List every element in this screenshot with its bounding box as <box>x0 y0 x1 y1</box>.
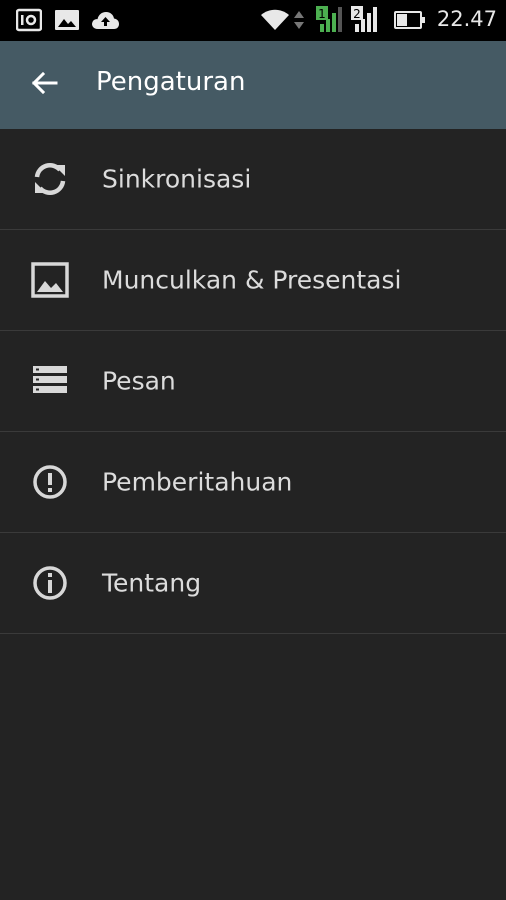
signal-sim1-icon: 1 <box>315 5 345 32</box>
cloud-upload-icon <box>90 8 120 32</box>
signal-sim2-icon: 2 <box>350 5 380 32</box>
sim2-label: 2 <box>353 7 361 21</box>
messages-list-icon <box>30 361 70 401</box>
settings-item-label: Sinkronisasi <box>102 164 252 194</box>
page-title: Pengaturan <box>96 67 246 97</box>
alert-circle-icon <box>30 462 70 502</box>
arrow-back-icon <box>30 71 58 99</box>
settings-item-label: Munculkan & Presentasi <box>102 265 402 295</box>
image-icon <box>30 260 70 300</box>
settings-list: Sinkronisasi Munculkan & Presentasi Pesa… <box>0 129 506 634</box>
status-bar: 1 2 22.47 <box>0 0 506 41</box>
settings-item-sync[interactable]: Sinkronisasi <box>0 129 506 230</box>
settings-item-about[interactable]: Tentang <box>0 533 506 634</box>
data-arrows-icon <box>293 8 305 32</box>
settings-item-label: Tentang <box>102 568 202 598</box>
settings-item-messages[interactable]: Pesan <box>0 331 506 432</box>
sim1-label: 1 <box>318 7 326 21</box>
status-time: 22.47 <box>436 7 497 31</box>
battery-icon <box>394 8 428 32</box>
settings-item-label: Pemberitahuan <box>102 467 293 497</box>
image-notification-icon <box>54 8 80 32</box>
debug-icon <box>15 8 43 32</box>
settings-item-label: Pesan <box>102 366 176 396</box>
settings-item-display[interactable]: Munculkan & Presentasi <box>0 230 506 331</box>
back-button[interactable] <box>20 63 68 107</box>
info-circle-icon <box>30 563 70 603</box>
wifi-icon <box>260 8 290 32</box>
app-bar: Pengaturan <box>0 41 506 129</box>
sync-icon <box>30 159 70 199</box>
settings-item-notifications[interactable]: Pemberitahuan <box>0 432 506 533</box>
